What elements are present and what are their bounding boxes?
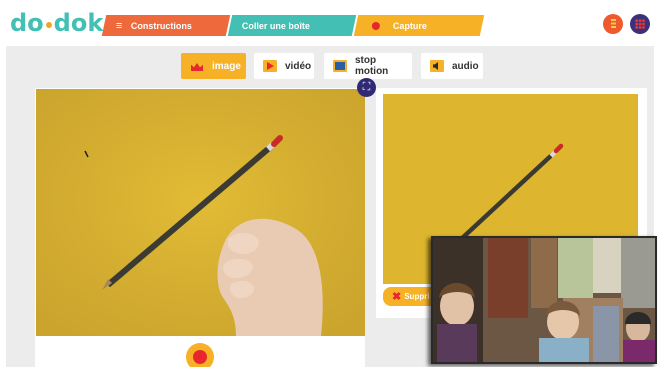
logo-dot — [45, 22, 52, 28]
mode-image-label: image — [212, 60, 241, 72]
logo-text-do: do — [10, 9, 44, 37]
fullscreen-button[interactable]: ⛶ — [357, 78, 376, 97]
top-bar: do dok ≡ Constructions Coller une boîte … — [0, 0, 660, 46]
tab-constructions[interactable]: ≡ Constructions — [101, 15, 231, 36]
film-frame-icon — [333, 60, 347, 72]
close-icon: ✖ — [392, 291, 402, 303]
record-dot-icon — [193, 350, 207, 364]
camera-feed[interactable] — [36, 89, 365, 336]
logo-text-dok: dok — [53, 9, 104, 37]
crown-image-icon — [190, 60, 204, 72]
mode-image-button[interactable]: image — [181, 53, 246, 79]
record-button[interactable] — [186, 343, 214, 367]
tab-capture-label: Capture — [393, 20, 428, 31]
grid-icon — [635, 19, 645, 29]
hamburger-icon: ≡ — [116, 19, 123, 32]
mode-video-label: vidéo — [285, 60, 312, 72]
record-dot-icon — [372, 21, 380, 30]
tab-constructions-label: Constructions — [131, 20, 193, 31]
tab-coller-label: Coller une boîte — [242, 20, 311, 31]
webcam-photo-inset — [431, 236, 657, 364]
tab-coller-une-boite[interactable]: Coller une boîte — [227, 15, 357, 36]
mode-audio-label: audio — [452, 60, 479, 72]
mode-video-button[interactable]: vidéo — [254, 53, 314, 79]
mode-audio-button[interactable]: audio — [421, 53, 483, 79]
fullscreen-icon: ⛶ — [362, 81, 371, 93]
play-icon — [263, 60, 277, 72]
speaker-icon — [430, 60, 444, 72]
mode-stop-motion-button[interactable]: stop motion — [324, 53, 412, 79]
grid-button[interactable] — [630, 14, 650, 34]
tab-capture[interactable]: Capture — [353, 15, 485, 36]
mode-stop-motion-label: stop motion — [354, 55, 389, 77]
delete-label: Suppri — [404, 292, 430, 301]
list-button[interactable] — [603, 14, 623, 34]
list-icon — [610, 19, 616, 29]
dodok-logo[interactable]: do dok — [10, 9, 103, 37]
